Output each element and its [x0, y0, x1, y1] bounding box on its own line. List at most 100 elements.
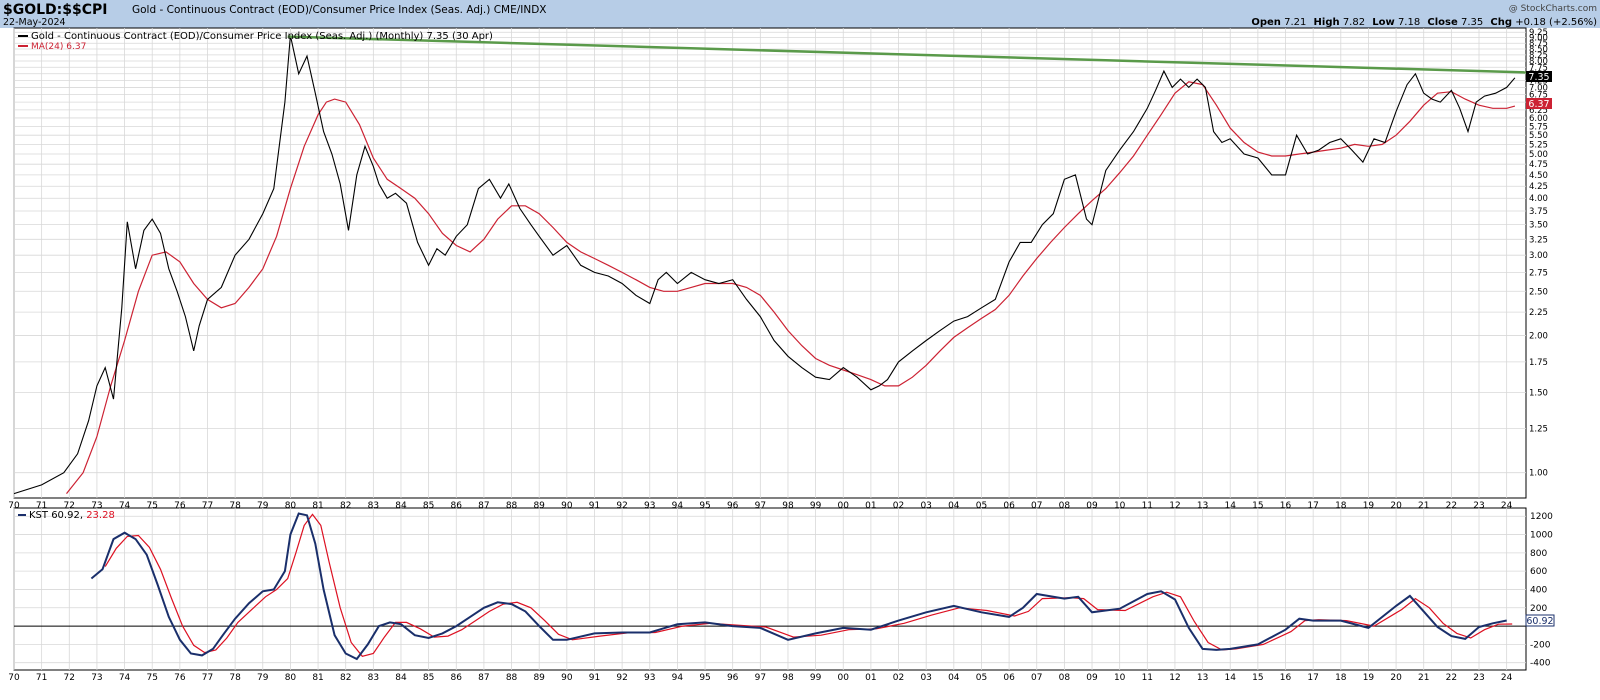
price-y-tick-label: 3.50	[1529, 221, 1548, 231]
quote-low-label: Low	[1372, 17, 1394, 28]
kst-x-tick-label: 15	[1252, 673, 1263, 683]
kst-x-tick-label: 20	[1390, 673, 1402, 683]
kst-y-tick-label: -200	[1530, 640, 1551, 650]
kst-x-tick-label: 88	[506, 673, 518, 683]
quote-open-label: Open	[1251, 17, 1281, 28]
quote-open: 7.21	[1284, 17, 1306, 28]
kst-x-tick-label: 92	[616, 673, 627, 683]
price-last-label: 7.35	[1528, 72, 1549, 83]
quote-low: 7.18	[1398, 17, 1420, 28]
header-date: 22-May-2024	[3, 17, 66, 28]
kst-x-tick-label: 98	[782, 673, 794, 683]
kst-y-tick-label: 1200	[1530, 512, 1553, 522]
watermark: @ StockCharts.com	[1509, 4, 1597, 14]
chart-canvas: $GOLD:$$CPI Gold - Continuous Contract (…	[0, 0, 1600, 683]
kst-x-tick-label: 19	[1363, 673, 1375, 683]
kst-x-tick-label: 94	[672, 673, 684, 683]
kst-x-tick-label: 75	[146, 673, 157, 683]
quote-chg-label: Chg	[1490, 17, 1512, 28]
kst-x-tick-label: 10	[1114, 673, 1126, 683]
kst-panel: 12001000800600400200-200-400 70 71 72 73 74 7…	[8, 507, 1555, 683]
kst-x-tick-label: 23	[1473, 673, 1484, 683]
kst-x-tick-label: 95	[699, 673, 710, 683]
header-symbol: $GOLD:$$CPI	[3, 2, 108, 18]
kst-x-tick-label: 21	[1418, 673, 1429, 683]
price-y-tick-label: 4.25	[1529, 182, 1548, 192]
kst-legend: KST 60.92, 23.28	[18, 510, 115, 521]
kst-x-tick-label: 03	[920, 673, 931, 683]
kst-x-tick-label: 91	[589, 673, 600, 683]
price-y-tick-label: 4.75	[1529, 160, 1548, 170]
kst-y-tick-label: -400	[1530, 659, 1551, 669]
price-y-tick-label: 3.75	[1529, 207, 1548, 217]
kst-x-tick-label: 11	[1142, 673, 1153, 683]
kst-y-tick-label: 400	[1530, 585, 1547, 595]
kst-x-tick-label: 01	[865, 673, 876, 683]
kst-x-tick-label: 97	[755, 673, 766, 683]
kst-x-tick-label: 87	[478, 673, 489, 683]
legend-kst-value: KST 60.92,	[29, 510, 83, 521]
kst-x-tick-label: 99	[810, 673, 822, 683]
kst-x-tick-label: 89	[533, 673, 545, 683]
kst-x-tick-label: 24	[1501, 673, 1513, 683]
kst-x-tick-label: 22	[1446, 673, 1457, 683]
price-y-tick-label: 5.00	[1529, 150, 1548, 160]
quote-high-label: High	[1314, 17, 1340, 28]
kst-x-tick-label: 77	[202, 673, 213, 683]
kst-x-tick-label: 12	[1169, 673, 1180, 683]
kst-x-tick-label: 90	[561, 673, 573, 683]
ma-last-label: 6.37	[1528, 99, 1549, 110]
price-y-tick-label: 3.25	[1529, 235, 1548, 245]
kst-panel-frame	[13, 507, 1527, 671]
kst-y-axis: 1200 1000 800 600 400 200 -200 -400	[1530, 512, 1553, 668]
price-y-tick-label: 9.25	[1529, 28, 1548, 38]
price-y-tick-label: 4.00	[1529, 194, 1548, 204]
kst-x-tick-label: 70	[8, 673, 20, 683]
kst-y-tick-label: 1000	[1530, 531, 1553, 541]
header-description-text: Gold - Continuous Contract (EOD)/Consume…	[132, 4, 490, 16]
price-y-tick-label: 5.25	[1529, 140, 1548, 150]
kst-x-tick-label: 74	[119, 673, 131, 683]
kst-x-tick-label: 76	[174, 673, 186, 683]
kst-x-tick-label: 00	[838, 673, 850, 683]
kst-x-tick-label: 09	[1086, 673, 1098, 683]
legend-ma-label: MA(24) 6.37	[31, 42, 86, 52]
kst-x-tick-label: 81	[312, 673, 323, 683]
kst-x-tick-label: 82	[340, 673, 351, 683]
legend-kst-label: KST 60.92, 23.28	[29, 510, 115, 521]
legend-signal-value: 23.28	[86, 510, 115, 521]
kst-x-tick-label: 18	[1335, 673, 1347, 683]
kst-last-label: 60.92	[1526, 616, 1553, 627]
kst-x-tick-label: 05	[976, 673, 987, 683]
kst-x-tick-label: 80	[285, 673, 297, 683]
price-y-tick-label: 3.00	[1529, 251, 1548, 261]
price-y-tick-label: 2.00	[1529, 331, 1548, 341]
kst-x-tick-label: 14	[1225, 673, 1237, 683]
price-panel-frame	[13, 27, 1527, 499]
kst-y-tick-label: 600	[1530, 567, 1547, 577]
price-y-tick-label: 1.75	[1529, 358, 1548, 368]
price-y-tick-label: 2.75	[1529, 268, 1548, 278]
header-description: Gold - Continuous Contract (EOD)/Consume…	[132, 4, 547, 16]
kst-x-tick-label: 86	[451, 673, 463, 683]
kst-x-tick-label: 83	[368, 673, 379, 683]
quote-close-label: Close	[1427, 17, 1458, 28]
quote-chg: +0.18 (+2.56%)	[1515, 17, 1597, 28]
price-y-tick-label: 1.25	[1529, 425, 1548, 435]
price-y-tick-label: 2.50	[1529, 287, 1548, 297]
kst-x-tick-label: 17	[1307, 673, 1318, 683]
kst-x-tick-label: 79	[257, 673, 269, 683]
kst-x-tick-label: 71	[36, 673, 47, 683]
kst-x-tick-label: 78	[229, 673, 241, 683]
price-y-tick-label: 5.50	[1529, 131, 1548, 141]
kst-x-tick-label: 13	[1197, 673, 1208, 683]
kst-x-tick-label: 85	[423, 673, 434, 683]
kst-x-tick-label: 16	[1280, 673, 1292, 683]
kst-x-tick-label: 96	[727, 673, 739, 683]
kst-x-axis: 70 71 72 73 74 75 76 77 78 79 80 81 82 83 84 85 86 87 88 89…	[8, 673, 1512, 683]
quote-high: 7.82	[1343, 17, 1365, 28]
header-exchange: CME/INDX	[494, 4, 547, 16]
quote-close: 7.35	[1461, 17, 1483, 28]
kst-y-tick-label: 800	[1530, 549, 1547, 559]
kst-x-tick-label: 04	[948, 673, 960, 683]
